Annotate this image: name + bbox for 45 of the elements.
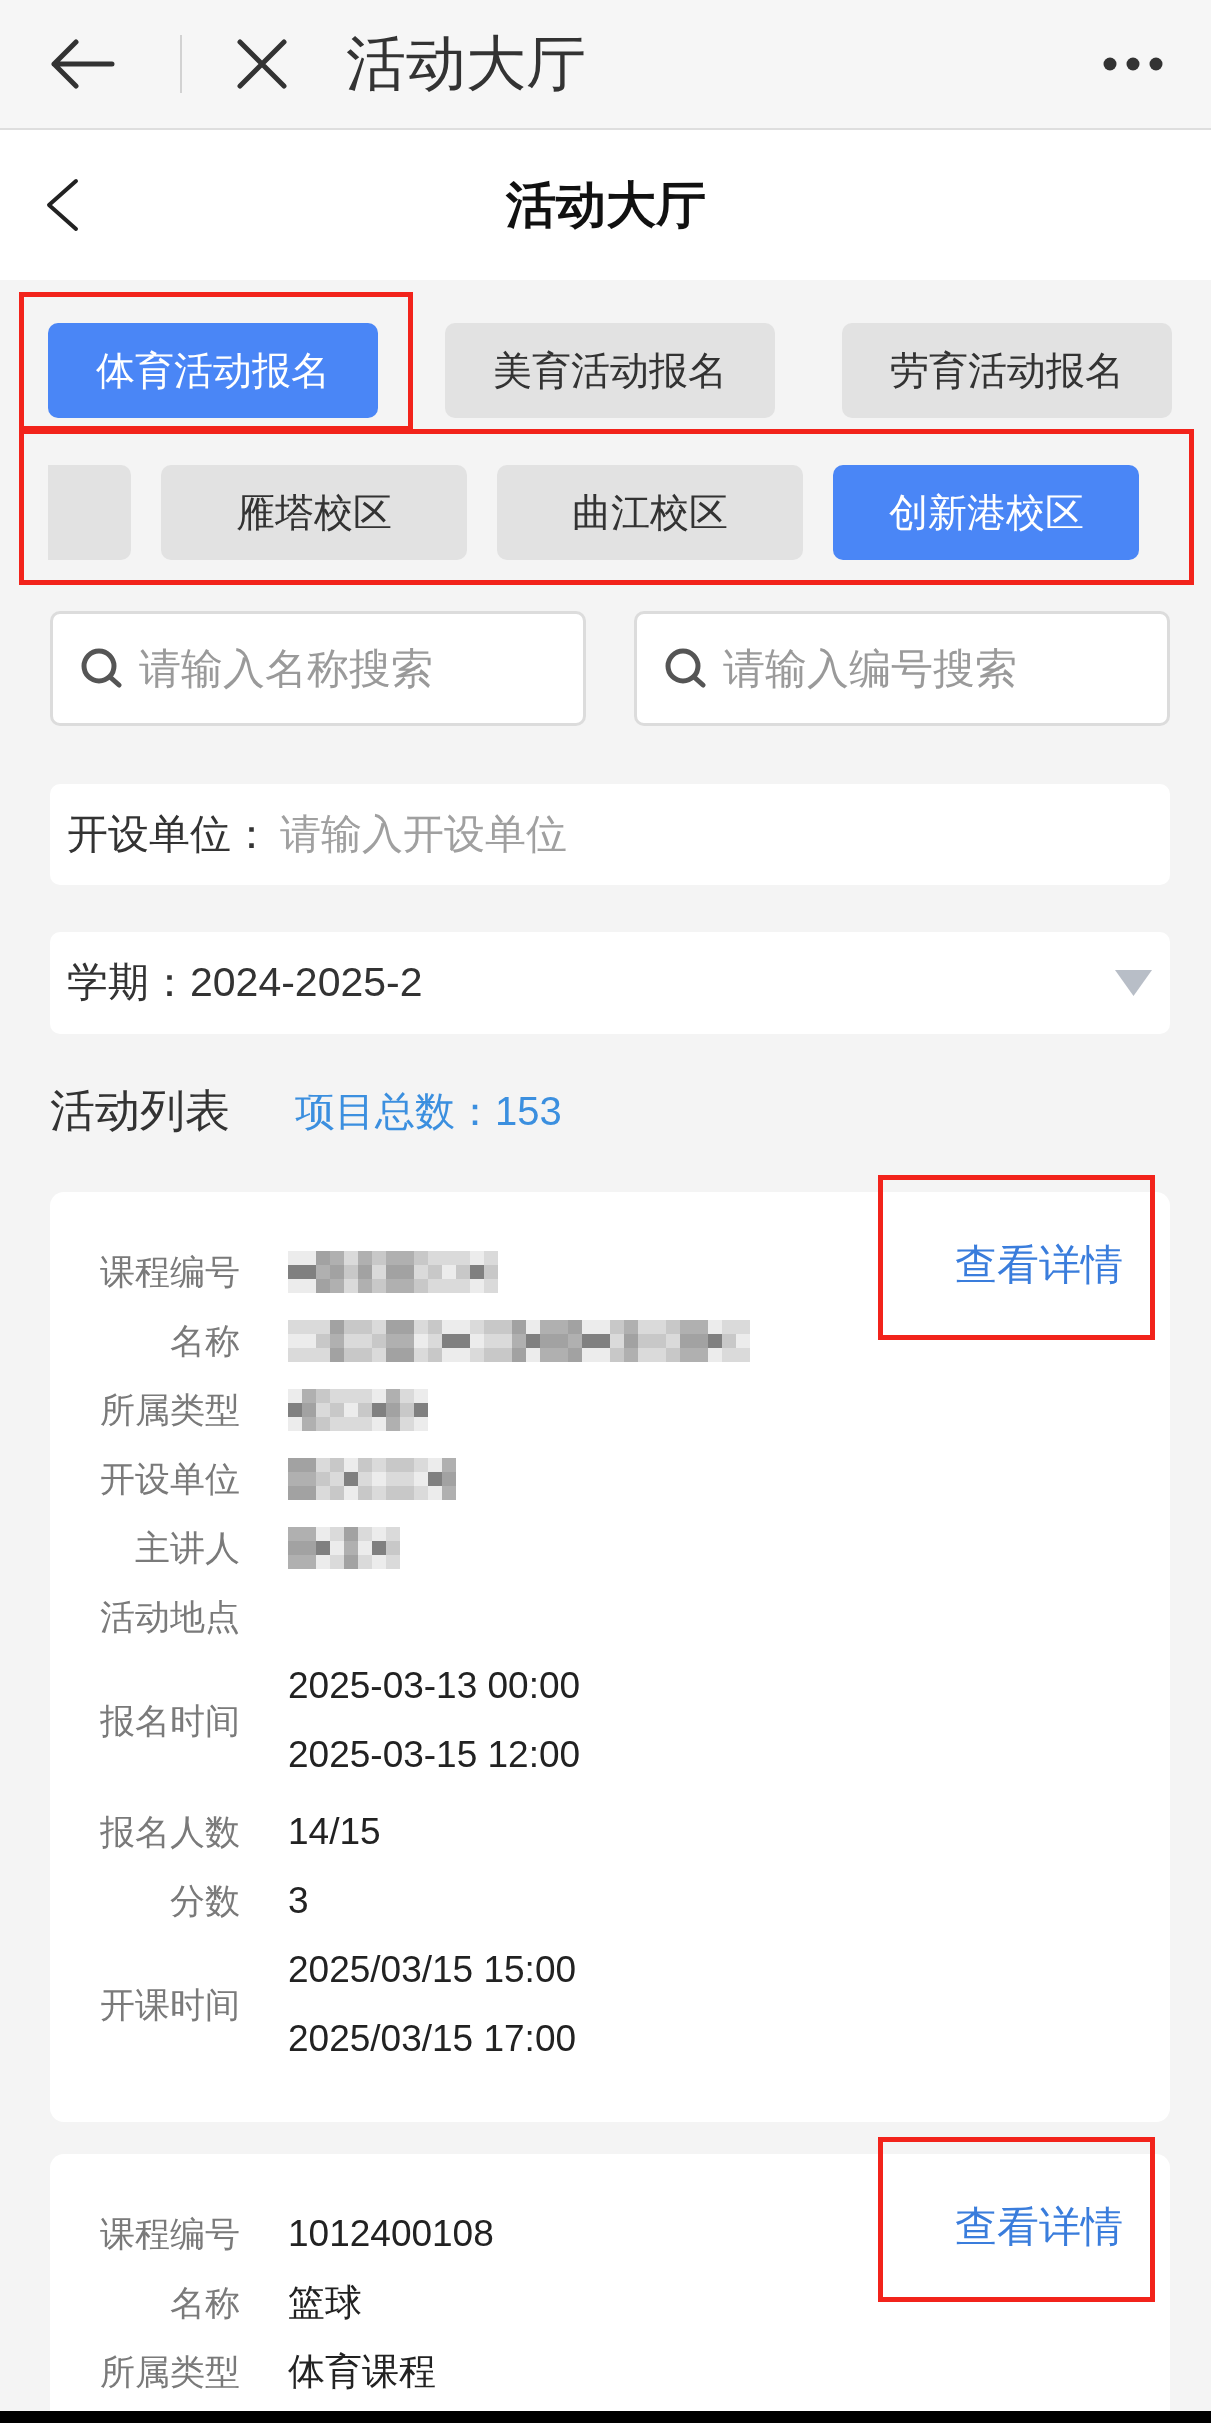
total-count: 项目总数：153 xyxy=(295,1088,562,1135)
back-arrow-icon[interactable] xyxy=(49,39,115,89)
field-value: 篮球 xyxy=(288,2281,362,2325)
field-label: 报名人数 xyxy=(99,1811,240,1853)
field-value: 体育课程 xyxy=(288,2350,436,2394)
category-tab[interactable]: 劳育活动报名 xyxy=(842,323,1172,418)
field-value: 1012400108 xyxy=(288,2212,494,2256)
field-label: 开课时间 xyxy=(99,1983,240,2026)
field-label: 名称 xyxy=(169,2282,240,2324)
field-label: 开设单位： xyxy=(67,809,272,859)
field-value: 2025/03/15 17:00 xyxy=(288,2017,577,2061)
view-details-link[interactable]: 查看详情 xyxy=(955,1237,1123,1293)
field-label: 活动地点 xyxy=(99,1596,240,1638)
search-icon xyxy=(81,648,122,688)
category-tab[interactable]: 美育活动报名 xyxy=(445,323,775,418)
dropdown-triangle-icon xyxy=(1115,970,1152,996)
search-field[interactable]: 请输入编号搜索 xyxy=(634,611,1170,726)
browser-title: 活动大厅 xyxy=(346,34,586,94)
field-label: 所属类型 xyxy=(99,1389,240,1431)
field-value: 2025-03-15 12:00 xyxy=(288,1733,581,1777)
field-label: 开设单位 xyxy=(99,1458,240,1500)
view-details-link[interactable]: 查看详情 xyxy=(955,2199,1123,2255)
field-label: 所属类型 xyxy=(99,2351,240,2393)
field-value: 2025/03/15 15:00 xyxy=(288,1948,577,1992)
more-icon[interactable] xyxy=(1103,57,1163,71)
field-value: 14/15 xyxy=(288,1810,381,1854)
field-value: 3 xyxy=(288,1879,309,1923)
campus-tab[interactable]: 雁塔校区 xyxy=(161,465,467,560)
field-label: 课程编号 xyxy=(99,2213,240,2255)
field-label: 名称 xyxy=(169,1320,240,1362)
unit-input[interactable]: 请输入开设单位 xyxy=(280,804,1153,865)
field-value: 2025-03-13 00:00 xyxy=(288,1664,581,1708)
page-title: 活动大厅 xyxy=(505,180,706,230)
back-chevron-icon[interactable] xyxy=(45,178,79,232)
search-icon xyxy=(665,648,706,688)
term-select[interactable]: 学期：2024-2025-2 xyxy=(50,932,1170,1034)
field-label: 主讲人 xyxy=(134,1527,240,1569)
campus-tab[interactable]: 曲江校区 xyxy=(497,465,803,560)
close-icon[interactable] xyxy=(236,38,288,90)
search-field[interactable]: 请输入名称搜索 xyxy=(50,611,586,726)
field-label: 分数 xyxy=(169,1880,240,1922)
list-title: 活动列表 xyxy=(50,1084,230,1138)
unit-field[interactable]: 开设单位： 请输入开设单位 xyxy=(50,784,1170,885)
field-label: 课程编号 xyxy=(99,1251,240,1293)
field-label: 报名时间 xyxy=(99,1699,240,1742)
